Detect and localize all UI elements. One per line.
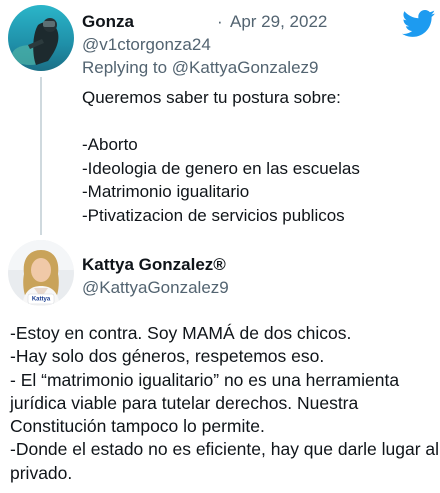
reply-text-line: - El “matrimonio igualitario” no es una … (10, 369, 400, 390)
reply-author-handle[interactable]: @KattyaGonzalez9 (82, 278, 229, 298)
tweet-separator: · (217, 12, 223, 31)
reply-text-line: -Hay solo dos géneros, respetemos eso. (10, 346, 325, 367)
thread-line (40, 77, 42, 235)
reply-text: -Estoy en contra. Soy MAMÁ de dos chicos… (10, 322, 440, 485)
tweet-text-line (82, 110, 432, 134)
tweet-date[interactable]: Apr 29, 2022 (230, 12, 327, 32)
replying-to[interactable]: Replying to @KattyaGonzalez9 (82, 58, 319, 78)
tweet-text-line: -Aborto (82, 135, 138, 154)
tweet-text: Queremos saber tu postura sobre: -Aborto… (82, 86, 432, 227)
avatar-badge: Kattya (32, 297, 51, 303)
reply-text-line: privado. (10, 462, 73, 483)
twitter-bird-icon (402, 10, 436, 38)
tweet-text-line: -Ideologia de genero en las escuelas (82, 158, 360, 178)
reply-text-line: -Estoy en contra. Soy MAMÁ de dos chicos… (10, 323, 352, 343)
avatar-kattya[interactable]: Kattya (8, 240, 74, 306)
avatar-gonza[interactable] (8, 5, 74, 71)
reply-text-line: jurídica viable para tutelar derechos. N… (10, 392, 359, 413)
reply-author-name[interactable]: Kattya Gonzalez® (82, 255, 226, 275)
tweet-author-handle[interactable]: @v1ctorgonza24 (82, 35, 211, 55)
reply-text-line: -Donde el estado no es eficiente, hay qu… (10, 439, 440, 460)
tweet-text-line: Queremos saber tu postura sobre: (82, 88, 341, 107)
tweet-text-line: -Ptivatizacion de servicios publicos (82, 205, 345, 225)
reply-text-line: Constitución tampoco lo permite. (10, 416, 265, 437)
tweet-text-line: -Matrimonio igualitario (82, 182, 250, 201)
tweet-author-name[interactable]: Gonza (82, 12, 134, 32)
